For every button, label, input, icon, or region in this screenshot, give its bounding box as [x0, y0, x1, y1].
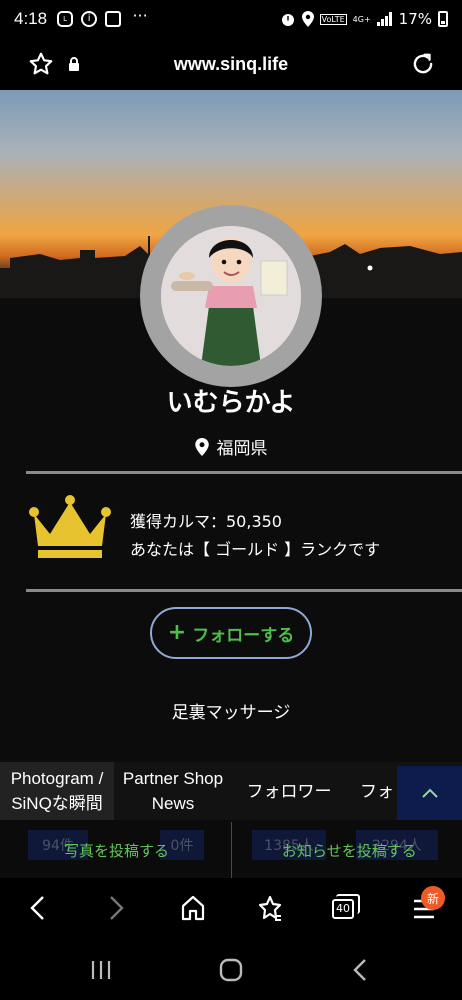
location-icon — [301, 11, 314, 27]
browser-toolbar: 40 — [0, 878, 462, 940]
follow-label: フォローする — [192, 625, 295, 646]
nav-back-icon[interactable] — [352, 958, 368, 982]
status-time: 4:18 — [14, 9, 48, 28]
more-dots-icon: ··· — [132, 6, 148, 25]
tab-photogram-line2: SiNQな瞬間 — [11, 794, 103, 813]
post-photo-link[interactable]: 写真を投稿する — [64, 840, 169, 861]
crown-icon — [29, 495, 111, 558]
home-icon[interactable] — [180, 894, 206, 922]
tabs-icon[interactable]: 40 — [332, 894, 360, 920]
forward-icon[interactable] — [104, 894, 128, 922]
tab-followers[interactable]: フォロワー — [236, 762, 342, 820]
tab-partner-line2: News — [151, 794, 195, 813]
user-name: いむらかよ — [166, 388, 296, 418]
plus-icon: + — [167, 620, 187, 645]
divider-top — [26, 471, 462, 474]
recent-apps-icon[interactable] — [90, 960, 112, 980]
post-news-link[interactable]: お知らせを投稿する — [282, 840, 417, 861]
avatar[interactable] — [161, 226, 301, 366]
location: 福岡県 — [0, 434, 462, 459]
follow-button[interactable]: + フォローする — [150, 607, 312, 659]
tab-following-label: フォ — [360, 781, 394, 801]
scroll-top-button[interactable] — [397, 766, 462, 820]
volte-icon: VoLTE — [319, 13, 347, 25]
status-right: VoLTE 4G+ 17% — [280, 10, 448, 28]
lock-icon — [69, 57, 79, 71]
4g-icon: 4G+ — [352, 14, 371, 24]
tab-photogram-line1: Photogram / — [10, 769, 104, 788]
notification-icons: L i ··· — [57, 6, 151, 27]
image-icon — [105, 11, 122, 27]
line-icon: L — [57, 11, 74, 27]
android-navigation-bar — [0, 940, 462, 1000]
divider-bottom — [26, 589, 462, 592]
reload-icon[interactable] — [410, 51, 436, 77]
footprint-label: 足裏マッサージ — [171, 703, 291, 723]
info-icon: i — [81, 11, 98, 27]
tab-photogram[interactable]: Photogram / SiNQな瞬間 — [0, 762, 114, 820]
tab-followers-label: フォロワー — [246, 781, 332, 801]
avatar-illustration — [161, 226, 301, 366]
location-text: 福岡県 — [216, 439, 268, 459]
battery-icon — [438, 11, 448, 27]
profile-tabs: Photogram / SiNQな瞬間 Partner Shop News フォ… — [0, 762, 462, 820]
karma-text: 獲得カルマ：50,350 あなたは【 ゴールド 】ランクです — [130, 508, 380, 564]
bookmarks-icon[interactable] — [256, 894, 284, 922]
chevron-up-icon — [421, 788, 438, 798]
rank-text: あなたは【 ゴールド 】ランクです — [130, 540, 381, 559]
tab-partner-shop-news[interactable]: Partner Shop News — [114, 762, 232, 820]
alarm-icon — [281, 14, 294, 26]
karma-block: 獲得カルマ：50,350 あなたは【 ゴールド 】ランクです — [26, 494, 446, 564]
action-separator — [231, 822, 232, 878]
tabs-count: 40 — [332, 899, 354, 919]
home-button-icon[interactable] — [219, 958, 243, 982]
new-badge: 新 — [421, 886, 445, 910]
signal-icon — [376, 12, 392, 26]
url-bar: www.sinq.life — [0, 38, 462, 90]
status-bar: 4:18 L i ··· VoLTE 4G+ 17% — [0, 0, 462, 38]
tab-partner-line1: Partner Shop — [122, 769, 224, 788]
tab-following[interactable]: フォ — [352, 762, 402, 820]
back-icon[interactable] — [26, 894, 50, 922]
map-pin-icon — [194, 437, 209, 456]
karma-value: 獲得カルマ：50,350 — [130, 512, 282, 531]
bookmark-star-icon[interactable] — [28, 51, 54, 77]
battery-percent: 17% — [398, 10, 432, 28]
